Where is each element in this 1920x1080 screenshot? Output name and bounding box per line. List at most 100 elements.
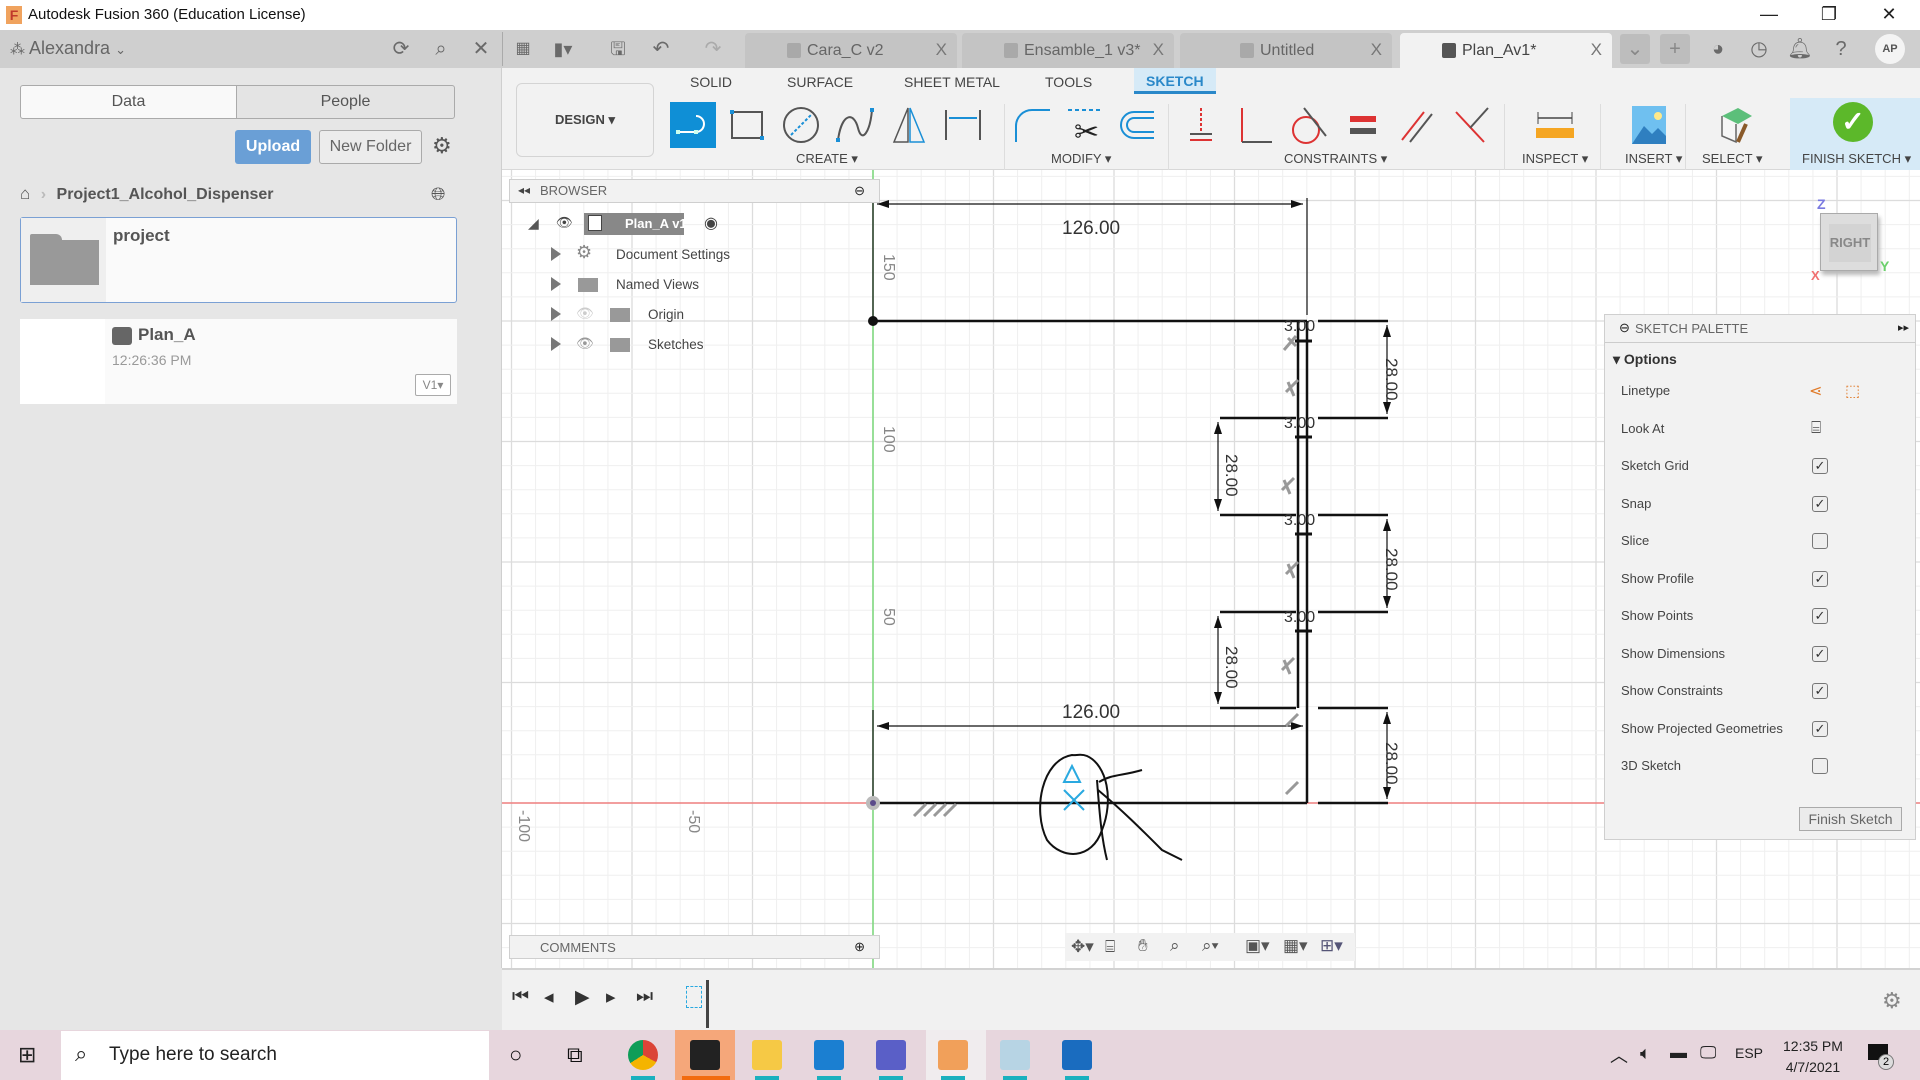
team-selector[interactable]: ⁂ Alexandra ⌄ — [10, 38, 126, 59]
breadcrumb-project[interactable]: Project1_Alcohol_Dispenser — [57, 186, 274, 203]
zoom-icon[interactable]: ⌕ — [1170, 936, 1180, 956]
line-tool-icon[interactable] — [670, 102, 716, 148]
workspace-switcher[interactable]: DESIGN ▾ — [516, 83, 654, 157]
expand-triangle-icon[interactable] — [551, 247, 561, 261]
tab-ensamble-1[interactable]: Ensamble_1 v3* X — [962, 33, 1174, 68]
dim-slot-height-3[interactable]: 28.00 — [1381, 548, 1401, 591]
activate-radio-icon[interactable]: ◉ — [704, 213, 718, 233]
sketch-feature-icon[interactable] — [686, 986, 702, 1008]
look-at-icon[interactable]: ⌸ — [1105, 937, 1115, 957]
photos-app-icon[interactable] — [1062, 1040, 1092, 1070]
teams-app-icon[interactable] — [876, 1040, 906, 1070]
rectangle-tool-icon[interactable] — [724, 102, 770, 148]
dim-slot-height-4[interactable]: 28.00 — [1221, 646, 1241, 689]
mirror-tool-icon[interactable] — [886, 102, 932, 148]
tab-surface[interactable]: SURFACE — [787, 74, 853, 90]
globe-share-icon[interactable]: 🌐︎ — [431, 184, 445, 205]
viewports-icon[interactable]: ⊞▾ — [1320, 936, 1343, 956]
cortana-icon[interactable]: ○ — [509, 1042, 522, 1068]
minimize-palette-icon[interactable]: ⊖ — [1619, 320, 1630, 336]
browser-item-named-views[interactable]: Named Views — [528, 275, 748, 301]
version-dropdown[interactable]: V1▾ — [415, 374, 451, 396]
view-cube[interactable]: RIGHT — [1820, 213, 1878, 271]
task-view-icon[interactable]: ⧉ — [567, 1042, 583, 1068]
refresh-icon[interactable]: ⟳ — [388, 36, 414, 62]
palette-header[interactable]: ⊖ SKETCH PALETTE ▸▸ — [1605, 315, 1915, 343]
gear-icon[interactable]: ⚙ — [432, 133, 452, 159]
tab-sheet-metal[interactable]: SHEET METAL — [904, 74, 1000, 90]
go-to-end-icon[interactable]: ⏭ — [636, 986, 653, 1008]
finish-sketch-button[interactable]: ✓ FINISH SKETCH ▾ — [1790, 98, 1920, 170]
fillet-tool-icon[interactable] — [1010, 102, 1056, 148]
expand-triangle-icon[interactable] — [551, 277, 561, 291]
save-icon[interactable]: 🖫 — [605, 36, 631, 62]
show-hidden-icons-icon[interactable]: ︿ — [1610, 1042, 1628, 1068]
close-window-button[interactable]: ✕ — [1860, 0, 1918, 30]
palette-checkbox[interactable]: ✓ — [1812, 683, 1828, 699]
coincident-constraint-icon[interactable] — [1448, 102, 1494, 148]
volume-icon[interactable]: 🔈︎ — [1640, 1043, 1651, 1064]
sketch-point[interactable] — [868, 316, 878, 326]
palette-checkbox[interactable]: ✓ — [1812, 720, 1828, 737]
view-cube-face[interactable]: RIGHT — [1829, 224, 1871, 262]
trim-scissors-icon[interactable]: ✂ — [1062, 102, 1108, 149]
fit-icon[interactable]: ⌕▾ — [1202, 936, 1219, 956]
dim-bottom-width[interactable]: 126.00 — [1062, 702, 1120, 724]
help-icon[interactable]: ? — [1828, 36, 1854, 62]
comments-panel[interactable]: COMMENTS ⊕ — [509, 935, 880, 959]
folder-item[interactable]: project — [20, 217, 457, 303]
file-item[interactable]: Plan_A 12:26:36 PM V1▾ — [20, 319, 457, 404]
constraints-menu[interactable]: CONSTRAINTS ▾ — [1284, 151, 1387, 167]
browser-item-sketches[interactable]: 👁︎ Sketches — [528, 335, 748, 361]
tangent-constraint-icon[interactable] — [1286, 102, 1332, 148]
close-panel-icon[interactable]: ✕ — [468, 36, 494, 62]
tab-untitled[interactable]: Untitled X — [1180, 33, 1392, 68]
pan-hand-icon[interactable]: ✋︎ — [1138, 936, 1148, 956]
redo-icon[interactable]: ↷ — [700, 36, 726, 62]
minimize-panel-icon[interactable]: ⊖ — [854, 183, 865, 199]
timeline-settings-gear-icon[interactable]: ⚙ — [1882, 988, 1902, 1014]
language-indicator[interactable]: ESP — [1735, 1045, 1763, 1061]
tab-close-icon[interactable]: X — [936, 40, 947, 60]
look-at-icon[interactable]: ⌸ — [1811, 418, 1821, 438]
search-icon[interactable]: ⌕ — [428, 36, 454, 62]
file-menu-icon[interactable]: ▮▾ — [550, 36, 576, 62]
tab-list-button[interactable]: ⌄ — [1620, 34, 1650, 64]
expand-triangle-icon[interactable] — [551, 337, 561, 351]
spline-tool-icon[interactable] — [832, 102, 878, 148]
battery-icon[interactable]: ▬ — [1670, 1043, 1687, 1063]
dim-gap-2[interactable]: 3.00 — [1284, 415, 1315, 433]
palette-checkbox[interactable]: ✓ — [1812, 608, 1828, 624]
home-icon[interactable]: ⌂ — [20, 184, 30, 203]
hidden-eye-icon[interactable]: 👁︎ — [576, 305, 594, 322]
tab-solid[interactable]: SOLID — [690, 74, 732, 90]
play-icon[interactable]: ▶ — [575, 986, 590, 1009]
tab-close-icon[interactable]: X — [1153, 40, 1164, 60]
insert-image-icon[interactable] — [1626, 102, 1672, 148]
grid-settings-icon[interactable]: ▦▾ — [1283, 936, 1308, 956]
create-menu[interactable]: CREATE ▾ — [796, 151, 858, 167]
tab-people[interactable]: People — [236, 85, 455, 119]
palette-checkbox[interactable]: ✓ — [1812, 458, 1828, 474]
palette-checkbox[interactable]: ✓ — [1812, 570, 1828, 587]
dim-slot-height-2[interactable]: 28.00 — [1221, 454, 1241, 497]
restore-button[interactable]: ❐ — [1800, 0, 1858, 30]
palette-checkbox[interactable] — [1812, 533, 1828, 549]
options-section-header[interactable]: ▾ Options — [1613, 351, 1677, 368]
minimize-button[interactable]: — — [1740, 0, 1798, 30]
notifications-bell-icon[interactable]: 🔔︎ — [1787, 36, 1813, 62]
notepad-app-icon[interactable] — [1000, 1040, 1030, 1070]
step-forward-icon[interactable]: ▸ — [606, 986, 616, 1009]
browser-item-document-settings[interactable]: ⚙ Document Settings — [528, 242, 748, 271]
measure-icon[interactable] — [1532, 102, 1578, 148]
tab-cara-c[interactable]: Cara_C v2 X — [745, 33, 957, 68]
dim-slot-height-5[interactable]: 28.00 — [1381, 742, 1401, 785]
tab-plan-a[interactable]: Plan_Av1* X — [1400, 33, 1612, 68]
circle-tool-icon[interactable] — [778, 102, 824, 148]
fusion-app-icon[interactable] — [938, 1040, 968, 1070]
collapse-triangle-icon[interactable]: ◢ — [528, 215, 539, 232]
dimension-tool-icon[interactable] — [940, 102, 986, 148]
browser-root[interactable]: ◢ 👁︎ Plan_A v1 ◉ — [528, 213, 728, 241]
expand-triangle-icon[interactable] — [551, 307, 561, 321]
tab-sketch[interactable]: SKETCH — [1134, 68, 1216, 94]
